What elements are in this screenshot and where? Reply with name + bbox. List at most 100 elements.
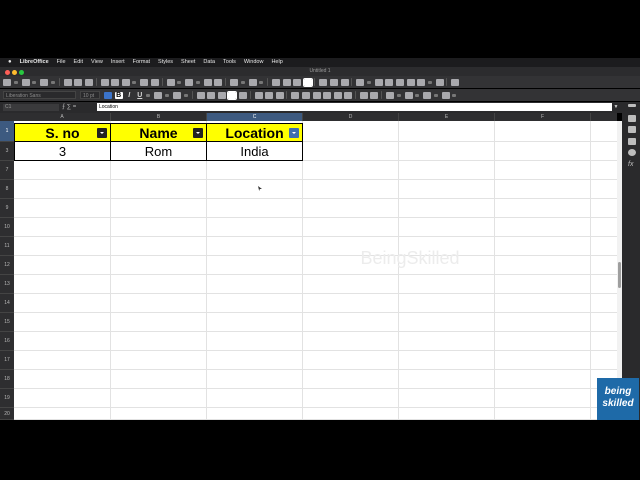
align-bottom-icon[interactable] <box>275 91 284 99</box>
function-wizard-icon[interactable]: ⨍ ∑ = <box>62 102 76 113</box>
chevron-down-icon[interactable] <box>433 93 438 97</box>
menu-format[interactable]: Format <box>133 58 150 67</box>
apple-icon[interactable]: ● <box>8 58 12 67</box>
date-format-icon[interactable] <box>323 91 332 99</box>
row-icon[interactable] <box>229 78 238 86</box>
merge-cells-icon[interactable] <box>238 91 247 99</box>
autofilter-button-name[interactable] <box>193 128 203 138</box>
hyperlink-icon[interactable] <box>374 78 383 86</box>
underline-button[interactable]: U <box>136 92 144 99</box>
chevron-down-icon[interactable] <box>195 80 200 84</box>
row-header[interactable]: 12 <box>0 256 14 275</box>
name-box[interactable]: C1 <box>3 104 59 111</box>
row-header[interactable]: 10 <box>0 218 14 237</box>
row-header[interactable]: 1 <box>0 121 14 142</box>
row-header[interactable]: 9 <box>0 199 14 218</box>
pivot-table-icon[interactable] <box>340 78 349 86</box>
column-header-f[interactable]: F <box>495 113 591 121</box>
menu-data[interactable]: Data <box>203 58 215 67</box>
clone-formatting-icon[interactable] <box>140 78 149 86</box>
row-header[interactable]: 8 <box>0 180 14 199</box>
menu-sheet[interactable]: Sheet <box>181 58 195 67</box>
row-header[interactable]: 13 <box>0 275 14 294</box>
autofilter-button-sno[interactable] <box>97 128 107 138</box>
functions-icon[interactable]: fx <box>628 161 636 168</box>
show-draw-functions-icon[interactable] <box>451 78 460 86</box>
menu-window[interactable]: Window <box>244 58 264 67</box>
split-window-icon[interactable] <box>435 78 444 86</box>
chart-icon[interactable] <box>330 78 339 86</box>
sort-icon[interactable] <box>272 78 281 86</box>
row-header[interactable]: 16 <box>0 332 14 351</box>
conditional-format-icon[interactable] <box>441 91 450 99</box>
navigator-icon[interactable] <box>628 149 636 156</box>
special-character-icon[interactable] <box>356 78 365 86</box>
row-header[interactable]: 15 <box>0 313 14 332</box>
table-cell-location[interactable]: India <box>206 141 303 161</box>
redo-icon[interactable] <box>185 78 194 86</box>
chevron-down-icon[interactable] <box>415 93 420 97</box>
scrollbar-thumb[interactable] <box>618 262 621 288</box>
number-format-icon[interactable] <box>312 91 321 99</box>
spreadsheet-grid[interactable] <box>14 121 617 420</box>
comment-icon[interactable] <box>385 78 394 86</box>
chevron-down-icon[interactable] <box>50 80 55 84</box>
minimize-window-button[interactable] <box>12 69 17 75</box>
chevron-down-icon[interactable] <box>396 93 401 97</box>
zoom-window-button[interactable] <box>19 69 24 75</box>
font-color-swatch-icon[interactable] <box>104 91 112 99</box>
row-header[interactable]: 14 <box>0 294 14 313</box>
column-header-b[interactable]: B <box>111 113 207 121</box>
chevron-down-icon[interactable] <box>240 80 245 84</box>
table-cell-sno[interactable]: 3 <box>14 141 111 161</box>
cut-icon[interactable] <box>100 78 109 86</box>
chevron-down-icon[interactable] <box>427 80 432 84</box>
wrap-text-icon[interactable] <box>227 90 238 100</box>
freeze-rows-icon[interactable] <box>417 78 426 86</box>
highlight-color-icon[interactable] <box>172 91 181 99</box>
row-header[interactable]: 19 <box>0 389 14 408</box>
font-size-box[interactable]: 10 pt <box>80 91 100 99</box>
chevron-down-icon[interactable] <box>13 80 18 84</box>
border-style-icon[interactable] <box>404 91 413 99</box>
expand-formula-bar-icon[interactable]: ▼ <box>612 103 620 111</box>
menu-view[interactable]: View <box>91 58 103 67</box>
align-middle-icon[interactable] <box>265 91 274 99</box>
select-all-corner[interactable] <box>0 113 14 121</box>
row-header[interactable]: 20 <box>0 408 14 420</box>
chevron-down-icon[interactable] <box>259 80 264 84</box>
align-center-icon[interactable] <box>207 91 216 99</box>
align-top-icon[interactable] <box>254 91 263 99</box>
spelling-icon[interactable] <box>214 78 223 86</box>
find-replace-icon[interactable] <box>203 78 212 86</box>
column-header-a[interactable]: A <box>14 113 111 121</box>
header-footer-icon[interactable] <box>396 78 405 86</box>
gallery-icon[interactable] <box>628 138 636 145</box>
chevron-down-icon[interactable] <box>164 93 169 97</box>
chevron-down-icon[interactable] <box>366 80 371 84</box>
increase-indent-icon[interactable] <box>359 91 368 99</box>
chevron-down-icon[interactable] <box>452 93 457 97</box>
autofilter-button-location[interactable] <box>289 128 299 138</box>
undo-icon[interactable] <box>166 78 175 86</box>
font-name-box[interactable]: Liberation Sans <box>3 91 76 99</box>
clear-formatting-icon[interactable] <box>150 78 159 86</box>
add-decimal-icon[interactable] <box>333 91 342 99</box>
row-header[interactable]: 17 <box>0 351 14 370</box>
autofilter-icon[interactable] <box>302 77 313 87</box>
column-icon[interactable] <box>248 78 257 86</box>
paste-icon[interactable] <box>121 78 130 86</box>
properties-icon[interactable] <box>628 115 636 122</box>
italic-button[interactable]: I <box>125 92 133 99</box>
row-header[interactable]: 11 <box>0 237 14 256</box>
save-icon[interactable] <box>40 78 49 86</box>
row-header[interactable]: 7 <box>0 161 14 180</box>
borders-icon[interactable] <box>386 91 395 99</box>
sort-descending-icon[interactable] <box>293 78 302 86</box>
column-header-e[interactable]: E <box>399 113 495 121</box>
sidebar-menu-icon[interactable] <box>628 104 636 107</box>
row-header[interactable]: 18 <box>0 370 14 389</box>
row-header[interactable]: 3 <box>0 142 14 161</box>
define-print-area-icon[interactable] <box>406 78 415 86</box>
styles-icon[interactable] <box>628 126 636 133</box>
